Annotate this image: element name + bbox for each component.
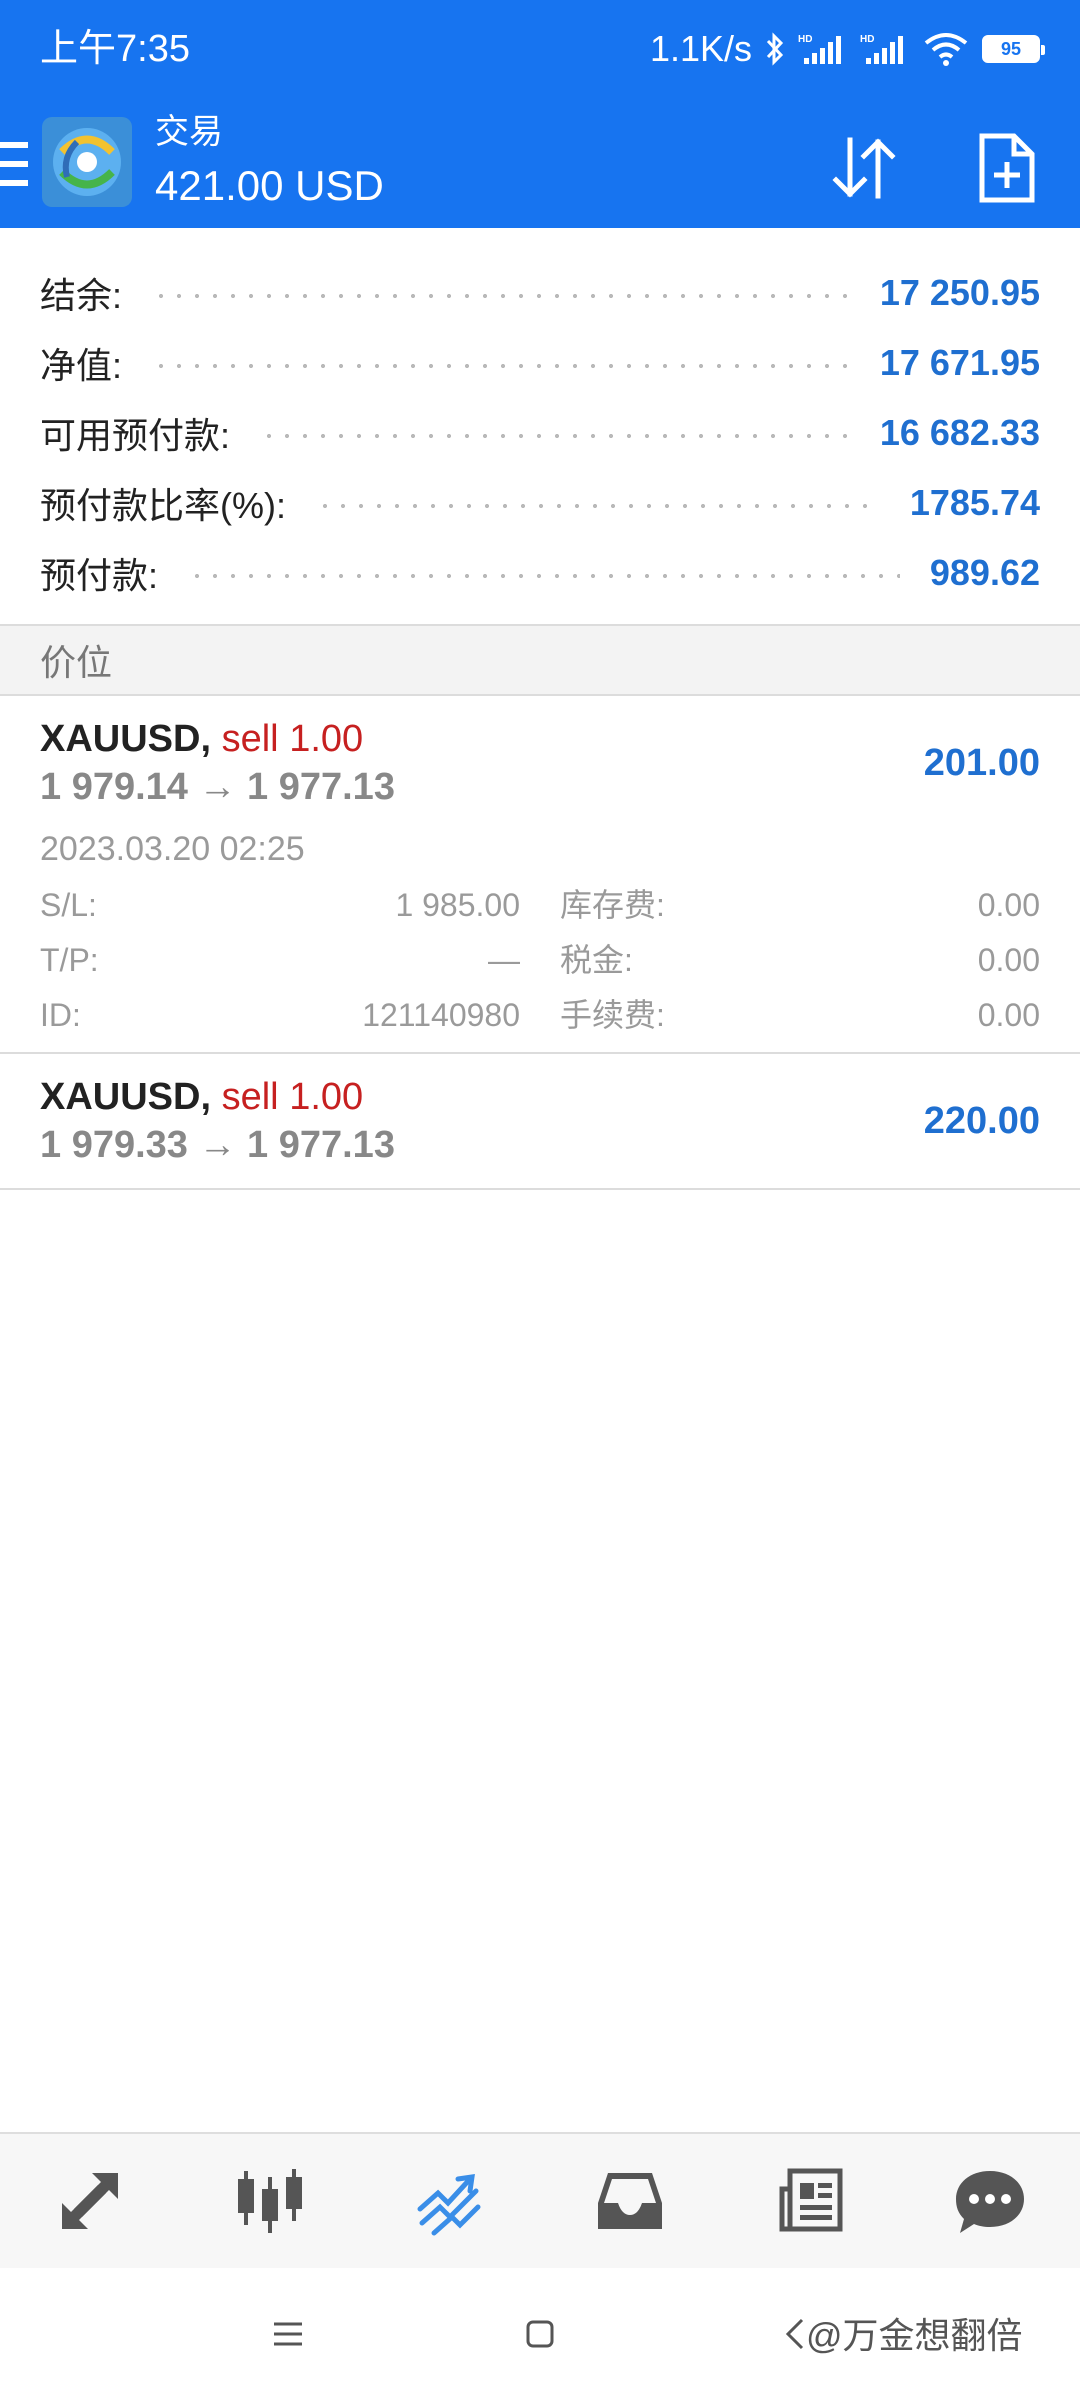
inbox-icon xyxy=(598,2173,662,2229)
position-side: sell xyxy=(221,718,279,760)
candlestick-icon xyxy=(238,2169,302,2233)
equity-value: 17 671.95 xyxy=(879,342,1040,383)
account-summary: 结余: 17 250.95 净值: 17 671.95 可用预付款: 16 68… xyxy=(0,258,1080,608)
sl-value: 1 985.00 xyxy=(395,887,520,923)
bluetooth-icon xyxy=(764,32,786,66)
nav-history[interactable] xyxy=(575,2146,685,2256)
positions-section-header: 价位 xyxy=(0,624,1080,696)
margin-label: 预付款: xyxy=(40,555,159,596)
free-margin-label: 可用预付款: xyxy=(40,415,231,456)
position-prices: 1 979.33 → 1 977.13 xyxy=(40,1124,395,1166)
trade-trend-icon xyxy=(417,2174,481,2236)
signal-hd-1-icon: HD xyxy=(798,32,848,66)
tp-label: T/P: xyxy=(40,942,99,978)
nav-quotes[interactable] xyxy=(35,2146,145,2256)
home-icon[interactable] xyxy=(514,2308,566,2360)
dotted-leader xyxy=(152,294,850,298)
margin-level-row: 预付款比率(%): 1785.74 xyxy=(0,468,1080,538)
svg-text:HD: HD xyxy=(860,34,874,45)
watermark: @万金想翻倍 xyxy=(806,2315,1023,2356)
chat-bubble-icon xyxy=(956,2171,1024,2233)
commission-label: 手续费: xyxy=(560,997,665,1033)
position-lots: 1.00 xyxy=(289,1076,364,1118)
status-time: 上午7:35 xyxy=(40,28,190,70)
position-profit: 201.00 xyxy=(923,742,1040,784)
position-lots: 1.00 xyxy=(289,718,364,760)
swap-value: 0.00 xyxy=(977,887,1040,923)
free-margin-value: 16 682.33 xyxy=(879,412,1040,453)
dotted-leader xyxy=(188,574,900,578)
trade-screen: 上午7:35 1.1K/s HD HD 95 交易 421.00 USD 结余:… xyxy=(0,0,1080,2400)
equity-row: 净值: 17 671.95 xyxy=(0,328,1080,398)
equity-label: 净值: xyxy=(40,345,123,386)
position-title: XAUUSD, sell 1.00 xyxy=(40,1072,363,1122)
page-title: 交易 xyxy=(155,113,223,151)
menu-button[interactable] xyxy=(0,142,28,186)
bottom-navigation xyxy=(0,2132,1080,2268)
balance-row: 结余: 17 250.95 xyxy=(0,258,1080,328)
new-document-icon xyxy=(979,133,1035,203)
arrows-diagonal-icon xyxy=(62,2173,118,2229)
commission-value: 0.00 xyxy=(977,997,1040,1033)
balance-value: 17 250.95 xyxy=(879,272,1040,313)
newspaper-icon xyxy=(779,2168,843,2232)
nav-messages[interactable] xyxy=(935,2146,1045,2256)
status-icons: 1.1K/s HD HD 95 xyxy=(649,24,1045,74)
swap-label: 库存费: xyxy=(560,887,665,923)
tax-label: 税金: xyxy=(560,942,633,978)
metatrader-logo-icon[interactable] xyxy=(42,117,132,207)
sort-arrows-icon xyxy=(832,137,896,199)
id-value: 121140980 xyxy=(362,997,520,1033)
position-side: sell xyxy=(221,1076,279,1118)
sl-label: S/L: xyxy=(40,887,97,923)
position-prices: 1 979.14 → 1 977.13 xyxy=(40,766,395,808)
position-open-time: 2023.03.20 02:25 xyxy=(40,830,305,868)
nav-news[interactable] xyxy=(755,2146,865,2256)
dotted-leader xyxy=(316,504,880,508)
position-symbol: XAUUSD, xyxy=(40,718,212,760)
id-label: ID: xyxy=(40,997,81,1033)
nav-trade[interactable] xyxy=(395,2146,505,2256)
free-margin-row: 可用预付款: 16 682.33 xyxy=(0,398,1080,468)
margin-level-value: 1785.74 xyxy=(909,482,1040,523)
position-item[interactable]: XAUUSD, sell 1.00 1 979.33 → 1 977.13 22… xyxy=(0,1054,1080,1190)
sort-button[interactable] xyxy=(826,130,902,206)
tax-value: 0.00 xyxy=(977,942,1040,978)
battery-icon: 95 xyxy=(982,35,1045,63)
status-bar: 上午7:35 1.1K/s HD HD 95 xyxy=(0,0,1080,100)
nav-chart[interactable] xyxy=(215,2146,325,2256)
position-title: XAUUSD, sell 1.00 xyxy=(40,714,363,764)
recent-apps-icon[interactable] xyxy=(262,2308,314,2360)
margin-row: 预付款: 989.62 xyxy=(0,538,1080,608)
balance-label: 结余: xyxy=(40,275,123,316)
wifi-icon xyxy=(922,31,970,67)
dotted-leader xyxy=(152,364,850,368)
svg-text:HD: HD xyxy=(798,34,812,45)
signal-hd-2-icon: HD xyxy=(860,32,910,66)
tp-value: — xyxy=(488,942,520,978)
dotted-leader xyxy=(260,434,850,438)
margin-level-label: 预付款比率(%): xyxy=(40,485,286,526)
app-bar: 交易 421.00 USD xyxy=(0,100,1080,228)
network-speed: 1.1K/s xyxy=(649,28,752,69)
profit-subtitle: 421.00 USD xyxy=(155,162,384,209)
position-item[interactable]: XAUUSD, sell 1.00 1 979.14 → 1 977.13 20… xyxy=(0,696,1080,1054)
position-profit: 220.00 xyxy=(923,1100,1040,1142)
position-symbol: XAUUSD, xyxy=(40,1076,212,1118)
new-order-button[interactable] xyxy=(968,130,1044,206)
margin-value: 989.62 xyxy=(929,552,1040,593)
